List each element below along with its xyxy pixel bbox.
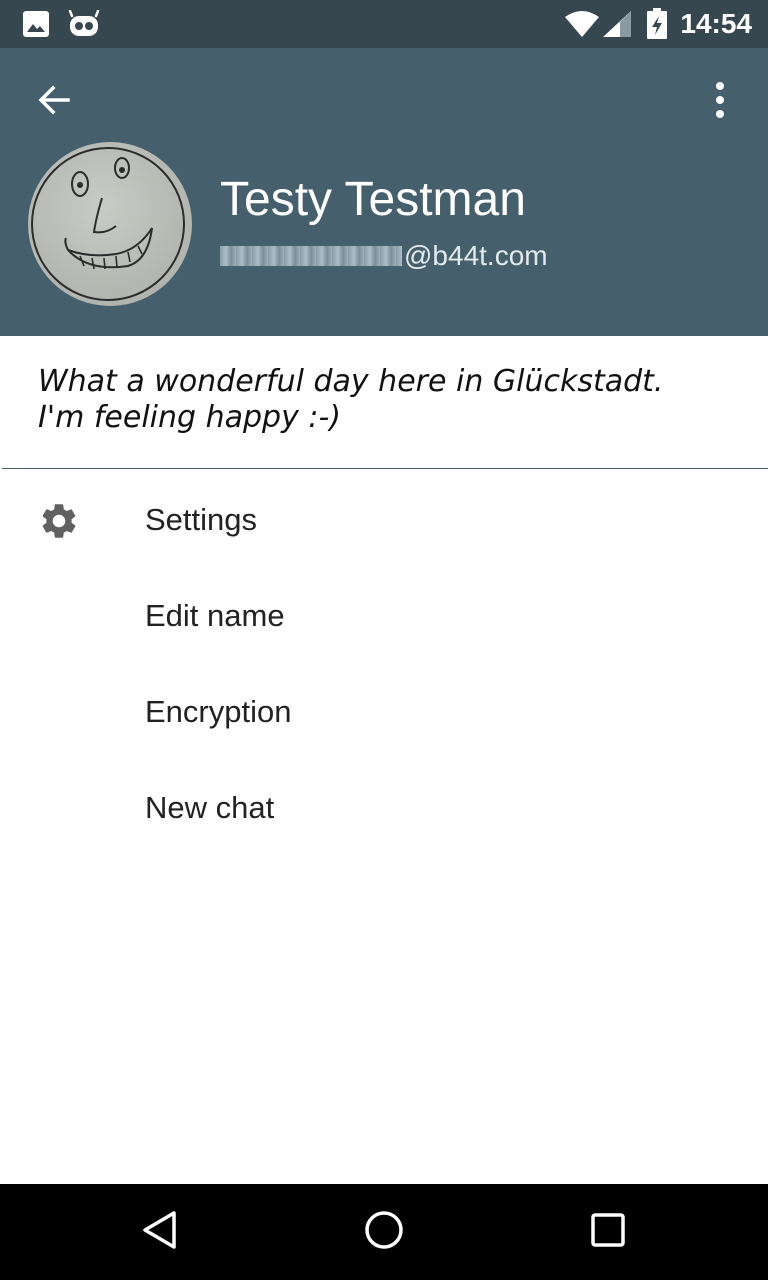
system-nav-bar <box>0 1184 768 1280</box>
profile-name: Testy Testman <box>220 173 526 226</box>
nav-back-button[interactable] <box>124 1196 196 1268</box>
wifi-icon <box>564 0 600 48</box>
menu-item-settings[interactable]: Settings <box>0 472 768 568</box>
gear-icon <box>38 500 80 542</box>
status-bar: 14:54 <box>0 0 768 48</box>
more-vert-icon <box>714 81 726 123</box>
menu-item-label: Edit name <box>145 598 285 633</box>
menu-item-label: Encryption <box>145 694 292 729</box>
avatar[interactable] <box>28 142 192 306</box>
overflow-menu-button[interactable] <box>688 70 752 134</box>
status-line-2: I'm feeling happy :-) <box>38 400 342 435</box>
email-redacted-blur <box>220 246 402 266</box>
status-time: 14:54 <box>680 8 752 39</box>
profile-email: @b44t.com <box>220 240 548 272</box>
back-triangle-icon <box>140 1210 180 1255</box>
recents-square-icon <box>590 1212 626 1253</box>
profile-header: Testy Testman @b44t.com <box>0 48 768 336</box>
menu-item-label: New chat <box>145 790 275 825</box>
image-icon <box>22 0 50 48</box>
menu-item-label: Settings <box>145 502 258 537</box>
arrow-left-icon <box>36 82 72 123</box>
menu-item-encryption[interactable]: Encryption <box>0 664 768 760</box>
nav-recents-button[interactable] <box>572 1196 644 1268</box>
status-line-1: What a wonderful day here in Glückstadt. <box>38 364 664 399</box>
nav-home-button[interactable] <box>348 1196 420 1268</box>
signal-icon <box>602 0 632 48</box>
menu-item-edit-name[interactable]: Edit name <box>0 568 768 664</box>
email-domain: @b44t.com <box>404 240 548 271</box>
back-button[interactable] <box>22 70 86 134</box>
divider <box>2 468 768 469</box>
menu-item-new-chat[interactable]: New chat <box>0 760 768 856</box>
profile-status-message: What a wonderful day here in Glückstadt.… <box>38 364 738 436</box>
battery-charging-icon <box>646 0 668 48</box>
home-circle-icon <box>364 1210 404 1255</box>
cyanogen-icon <box>68 0 100 48</box>
